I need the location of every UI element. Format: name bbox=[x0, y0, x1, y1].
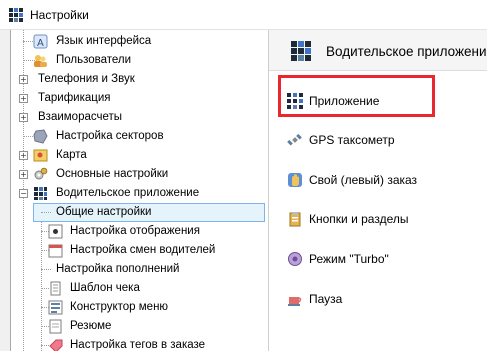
annotation-highlight-box bbox=[278, 75, 435, 117]
title-bar: Настройки bbox=[0, 0, 487, 30]
tree-item-label: Шаблон чека bbox=[70, 282, 140, 294]
menu-icon bbox=[48, 300, 63, 315]
panel-item-label: Пауза bbox=[309, 292, 343, 306]
panel-item-label: Свой (левый) заказ bbox=[309, 173, 418, 187]
app-grid-icon bbox=[34, 187, 47, 200]
tree-item-users[interactable]: Пользователи bbox=[11, 51, 267, 70]
turbo-icon bbox=[288, 252, 302, 266]
users-icon bbox=[34, 55, 47, 67]
svg-text:A: A bbox=[37, 38, 44, 49]
tree-item-label: Пользователи bbox=[56, 54, 132, 66]
tree-item-label: Язык интерфейса bbox=[56, 35, 152, 47]
app-logo-icon bbox=[9, 8, 23, 22]
tree-item-label: Настройка отображения bbox=[70, 225, 200, 237]
panel-title: Водительское приложение bbox=[326, 44, 487, 59]
tree-item-label: Резюме bbox=[70, 320, 112, 332]
panel-item-gps-taximeter[interactable]: GPS таксометр bbox=[269, 126, 487, 156]
receipt-icon bbox=[50, 281, 61, 296]
tree-item-label: Взаиморасчеты bbox=[38, 111, 123, 123]
tree-item-map[interactable]: + Карта bbox=[11, 146, 267, 165]
tag-icon bbox=[49, 339, 63, 351]
tree-item-telephony[interactable]: + Телефония и Звук bbox=[11, 70, 267, 89]
hand-icon bbox=[288, 173, 302, 187]
tree-item-resume[interactable]: Резюме bbox=[11, 317, 267, 336]
tree-item-general-settings[interactable]: Общие настройки bbox=[11, 203, 267, 222]
tree-item-shift-settings[interactable]: Настройка смен водителей bbox=[11, 241, 267, 260]
tree-item-receipt-template[interactable]: Шаблон чека bbox=[11, 279, 267, 298]
tree-item-settlements[interactable]: + Взаиморасчеты bbox=[11, 108, 267, 127]
tree-item-order-tags[interactable]: Настройка тегов в заказе bbox=[11, 336, 267, 351]
expand-icon[interactable]: + bbox=[19, 113, 28, 122]
expand-icon[interactable]: + bbox=[19, 170, 28, 179]
tree-item-label: Водительское приложение bbox=[56, 187, 200, 199]
expand-icon[interactable]: + bbox=[19, 94, 28, 103]
panel-item-label: GPS таксометр bbox=[309, 133, 395, 147]
font-icon: A bbox=[33, 34, 48, 49]
gears-icon bbox=[34, 167, 48, 180]
tree-item-menu-builder[interactable]: Конструктор меню bbox=[11, 298, 267, 317]
tree-item-tariffs[interactable]: + Тарификация bbox=[11, 89, 267, 108]
tree-item-language[interactable]: A Язык интерфейса bbox=[11, 32, 267, 51]
clipboard-icon bbox=[289, 212, 301, 227]
panel-item-turbo-mode[interactable]: Режим "Turbo" bbox=[269, 245, 487, 275]
collapse-icon[interactable]: − bbox=[19, 189, 28, 198]
app-grid-icon bbox=[291, 41, 311, 61]
tree-item-label: Основные настройки bbox=[56, 168, 169, 180]
tree-item-label: Тарификация bbox=[38, 92, 111, 104]
tree-item-label: Общие настройки bbox=[56, 206, 152, 218]
panel-item-pause[interactable]: Пауза bbox=[269, 285, 487, 315]
tree-item-label: Телефония и Звук bbox=[38, 73, 135, 85]
tree-item-label: Настройка тегов в заказе bbox=[70, 339, 206, 351]
settings-tree[interactable]: A Язык интерфейса Пользователи + Телефон… bbox=[10, 30, 270, 351]
expand-icon[interactable]: + bbox=[19, 151, 28, 160]
resume-icon bbox=[49, 319, 62, 334]
coffee-icon bbox=[288, 297, 302, 306]
tree-item-display-settings[interactable]: Настройка отображения bbox=[11, 222, 267, 241]
expand-icon[interactable]: + bbox=[19, 75, 28, 84]
tree-item-label: Настройка секторов bbox=[56, 130, 164, 142]
tree-item-driver-app[interactable]: − Водительское приложение bbox=[11, 184, 267, 203]
window-title: Настройки bbox=[30, 8, 89, 22]
shift-icon bbox=[48, 244, 63, 258]
panel-header: Водительское приложение bbox=[269, 30, 487, 71]
panel-item-label: Режим "Turbo" bbox=[309, 252, 389, 266]
satellite-icon bbox=[287, 133, 302, 146]
panel-item-label: Кнопки и разделы bbox=[309, 212, 409, 226]
tree-item-label: Конструктор меню bbox=[70, 301, 169, 313]
sector-icon bbox=[33, 129, 48, 144]
panel-item-buttons-sections[interactable]: Кнопки и разделы bbox=[269, 205, 487, 235]
tree-item-topup-settings[interactable]: Настройка пополнений bbox=[11, 260, 267, 279]
tree-item-main-settings[interactable]: + Основные настройки bbox=[11, 165, 267, 184]
tree-item-label: Настройка смен водителей bbox=[70, 244, 216, 256]
panel-item-own-order[interactable]: Свой (левый) заказ bbox=[269, 166, 487, 196]
map-icon bbox=[33, 149, 48, 162]
tree-item-label: Карта bbox=[56, 149, 87, 161]
display-icon bbox=[48, 224, 63, 239]
tree-item-sectors[interactable]: Настройка секторов bbox=[11, 127, 267, 146]
tree-item-label: Настройка пополнений bbox=[56, 263, 180, 275]
